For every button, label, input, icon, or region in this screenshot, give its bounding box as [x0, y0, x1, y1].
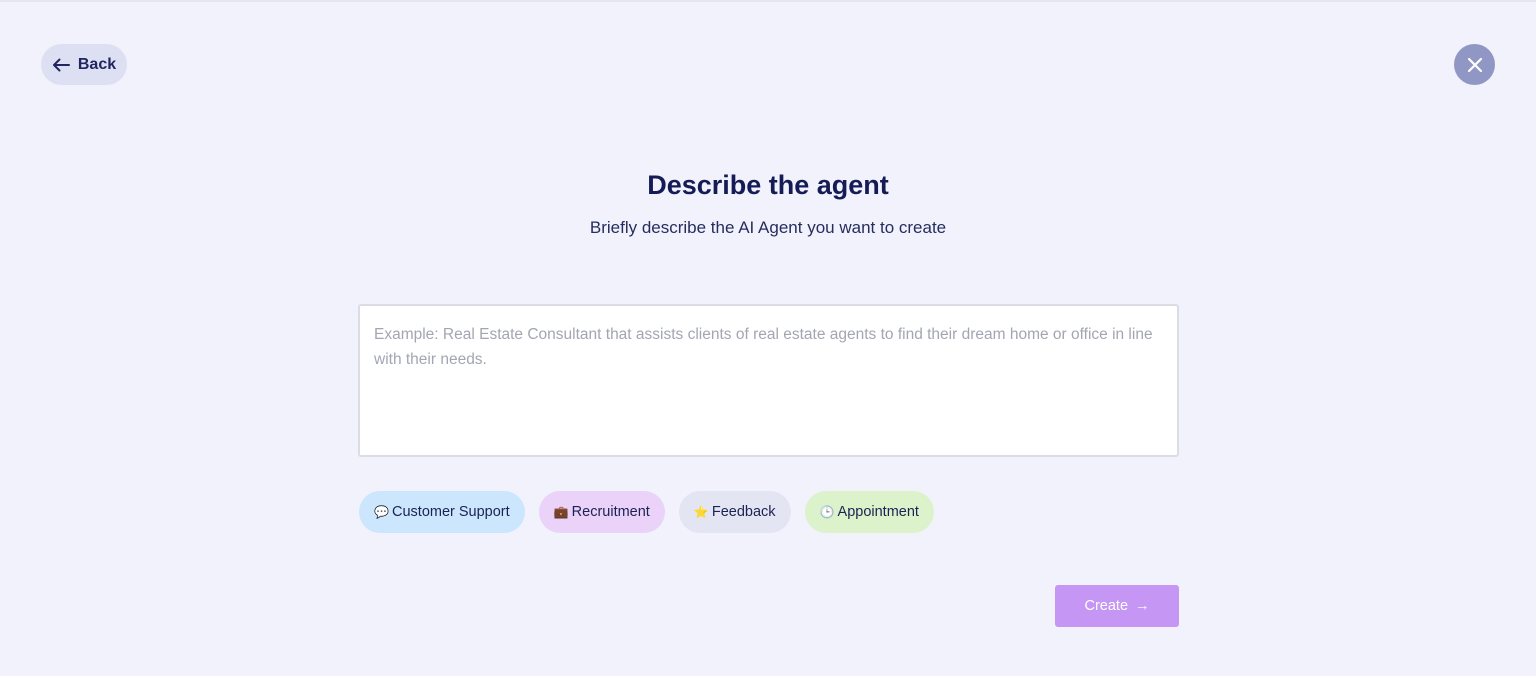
template-chips: 💬 Customer Support 💼 Recruitment ⭐ Feedb… [359, 491, 934, 533]
chip-label: Recruitment [571, 504, 650, 520]
chip-label: Customer Support [392, 504, 510, 520]
agent-description-input[interactable] [358, 304, 1179, 457]
close-button[interactable] [1454, 44, 1495, 85]
close-icon [1467, 57, 1482, 72]
create-agent-page: Back Describe the agent Briefly describe… [0, 0, 1536, 676]
chip-label: Appointment [837, 504, 919, 520]
chip-recruitment[interactable]: 💼 Recruitment [538, 491, 665, 533]
arrow-left-icon [52, 58, 70, 71]
speech-bubble-icon: 💬 [374, 505, 389, 519]
arrow-right-icon: → [1135, 598, 1150, 614]
create-label: Create [1084, 598, 1129, 614]
chip-customer-support[interactable]: 💬 Customer Support [359, 491, 525, 533]
briefcase-icon: 💼 [553, 505, 569, 519]
clock-icon: 🕒 [819, 505, 835, 519]
create-button[interactable]: Create → [1055, 585, 1179, 627]
chip-label: Feedback [711, 504, 776, 520]
star-icon: ⭐ [693, 505, 709, 519]
back-button[interactable]: Back [41, 44, 127, 85]
back-label: Back [77, 55, 117, 73]
page-title: Describe the agent [647, 170, 889, 200]
chip-feedback[interactable]: ⭐ Feedback [678, 491, 791, 533]
page-subtitle: Briefly describe the AI Agent you want t… [589, 218, 947, 237]
chip-appointment[interactable]: 🕒 Appointment [804, 491, 934, 533]
